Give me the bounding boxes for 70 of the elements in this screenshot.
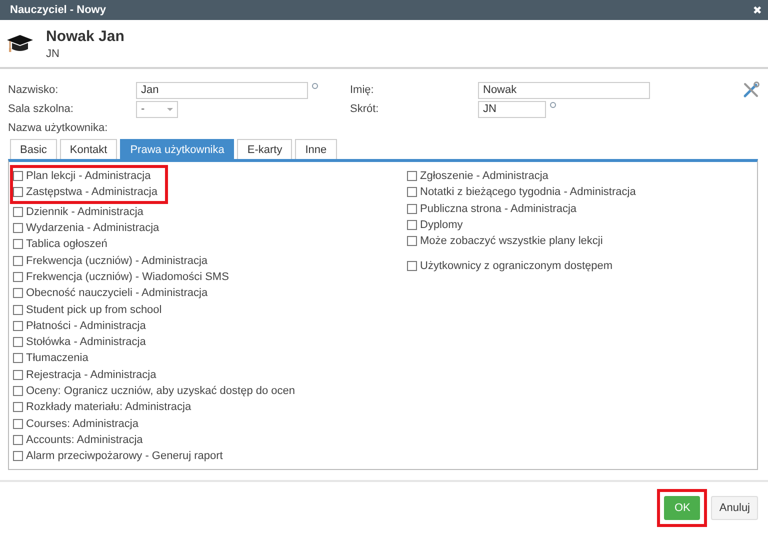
checkbox[interactable] [407,187,417,198]
caret-icon [167,108,173,110]
checkbox[interactable] [13,206,23,217]
permission-label: Tablica ogłoszeń [26,238,108,250]
checkbox[interactable] [13,353,23,364]
field-label: Nazwisko: [8,84,60,96]
checkbox[interactable] [407,236,417,246]
permission-label: Może zobaczyć wszystkie plany lekcji [420,235,603,248]
checkbox[interactable] [407,204,417,214]
checkbox[interactable] [13,386,23,396]
permission-label: Courses: Administracja [26,418,138,430]
field-label: Sala szkolna: [8,103,74,115]
permission-label: Obecność nauczycieli - Administracja [26,287,208,300]
checkbox[interactable] [13,171,23,182]
permission-label: Plan lekcji - Administracja [26,170,151,182]
teacher-initials: JN [46,48,60,60]
checkbox[interactable] [13,304,23,315]
teacher-name: Nowak Jan [46,28,124,44]
checkbox[interactable] [13,239,23,250]
permission-label: Zgłoszenie - Administracja [420,170,548,182]
checkbox[interactable] [13,187,23,198]
permission-label: Accounts: Administracja [26,434,143,446]
field-label: Nazwa użytkownika: [8,122,109,134]
permission-label: Publiczna strona - Administracja [420,202,577,215]
checkbox[interactable] [13,337,23,348]
permission-label: Wydarzenia - Administracja [26,222,160,234]
required-mark [550,102,556,108]
permission-label: Stołówka - Administracja [26,336,146,348]
close-button[interactable]: ✖ [752,4,762,16]
checkbox[interactable] [13,288,23,298]
tools-icon[interactable] [742,81,760,99]
tab[interactable]: Prawa użytkownika [120,139,234,159]
permission-label: Rozkłady materiału: Administracja [26,401,192,414]
checkbox[interactable] [13,370,23,380]
checkbox[interactable] [13,434,23,445]
checkbox[interactable] [407,260,417,271]
permission-label: Zastępstwa - Administracja [26,186,158,198]
permission-label: Frekwencja (uczniów) - Administracja [26,254,208,267]
checkbox[interactable] [13,223,23,234]
permission-label: Student pick up from school [26,304,162,316]
permission-label: Dziennik - Administracja [26,206,144,218]
checkbox[interactable] [13,402,23,412]
checkbox[interactable] [13,418,23,429]
tab[interactable]: E-karty [237,139,292,159]
permission-label: Rejestracja - Administracja [26,368,156,381]
window-title: Nauczyciel - Nowy [10,4,106,16]
permission-label: Alarm przeciwpożarowy - Generuj raport [26,450,223,462]
checkbox[interactable] [13,451,23,462]
permission-label: Oceny: Ogranicz uczniów, aby uzyskać dostęp do ocen [26,385,296,397]
checkbox[interactable] [407,220,417,230]
permission-label: Płatności - Administracja [26,320,146,332]
tab[interactable]: Inne [295,139,337,159]
permission-label: Dyplomy [420,219,463,232]
checkbox[interactable] [13,256,23,266]
cancel-button[interactable]: Anuluj [711,496,758,520]
field-label: Imię: [350,84,375,96]
text-field[interactable]: Jan [136,82,308,98]
checkbox[interactable] [13,320,23,331]
permission-label: Frekwencja (uczniów) - Wiadomości SMS [26,270,229,283]
dropdown[interactable]: - [136,100,178,118]
field-label: Skrót: [350,103,380,115]
checkbox[interactable] [13,272,23,282]
tab[interactable]: Basic [10,139,57,159]
permission-label: Użytkownicy z ograniczonym dostępem [420,260,613,272]
text-field[interactable]: Nowak [478,82,650,98]
permission-label: Tłumaczenia [26,352,88,364]
text-field[interactable]: JN [478,100,546,118]
checkbox[interactable] [407,171,417,182]
tab[interactable]: Kontakt [60,139,118,159]
permission-label: Notatki z bieżącego tygodnia - Administracja [420,186,636,198]
